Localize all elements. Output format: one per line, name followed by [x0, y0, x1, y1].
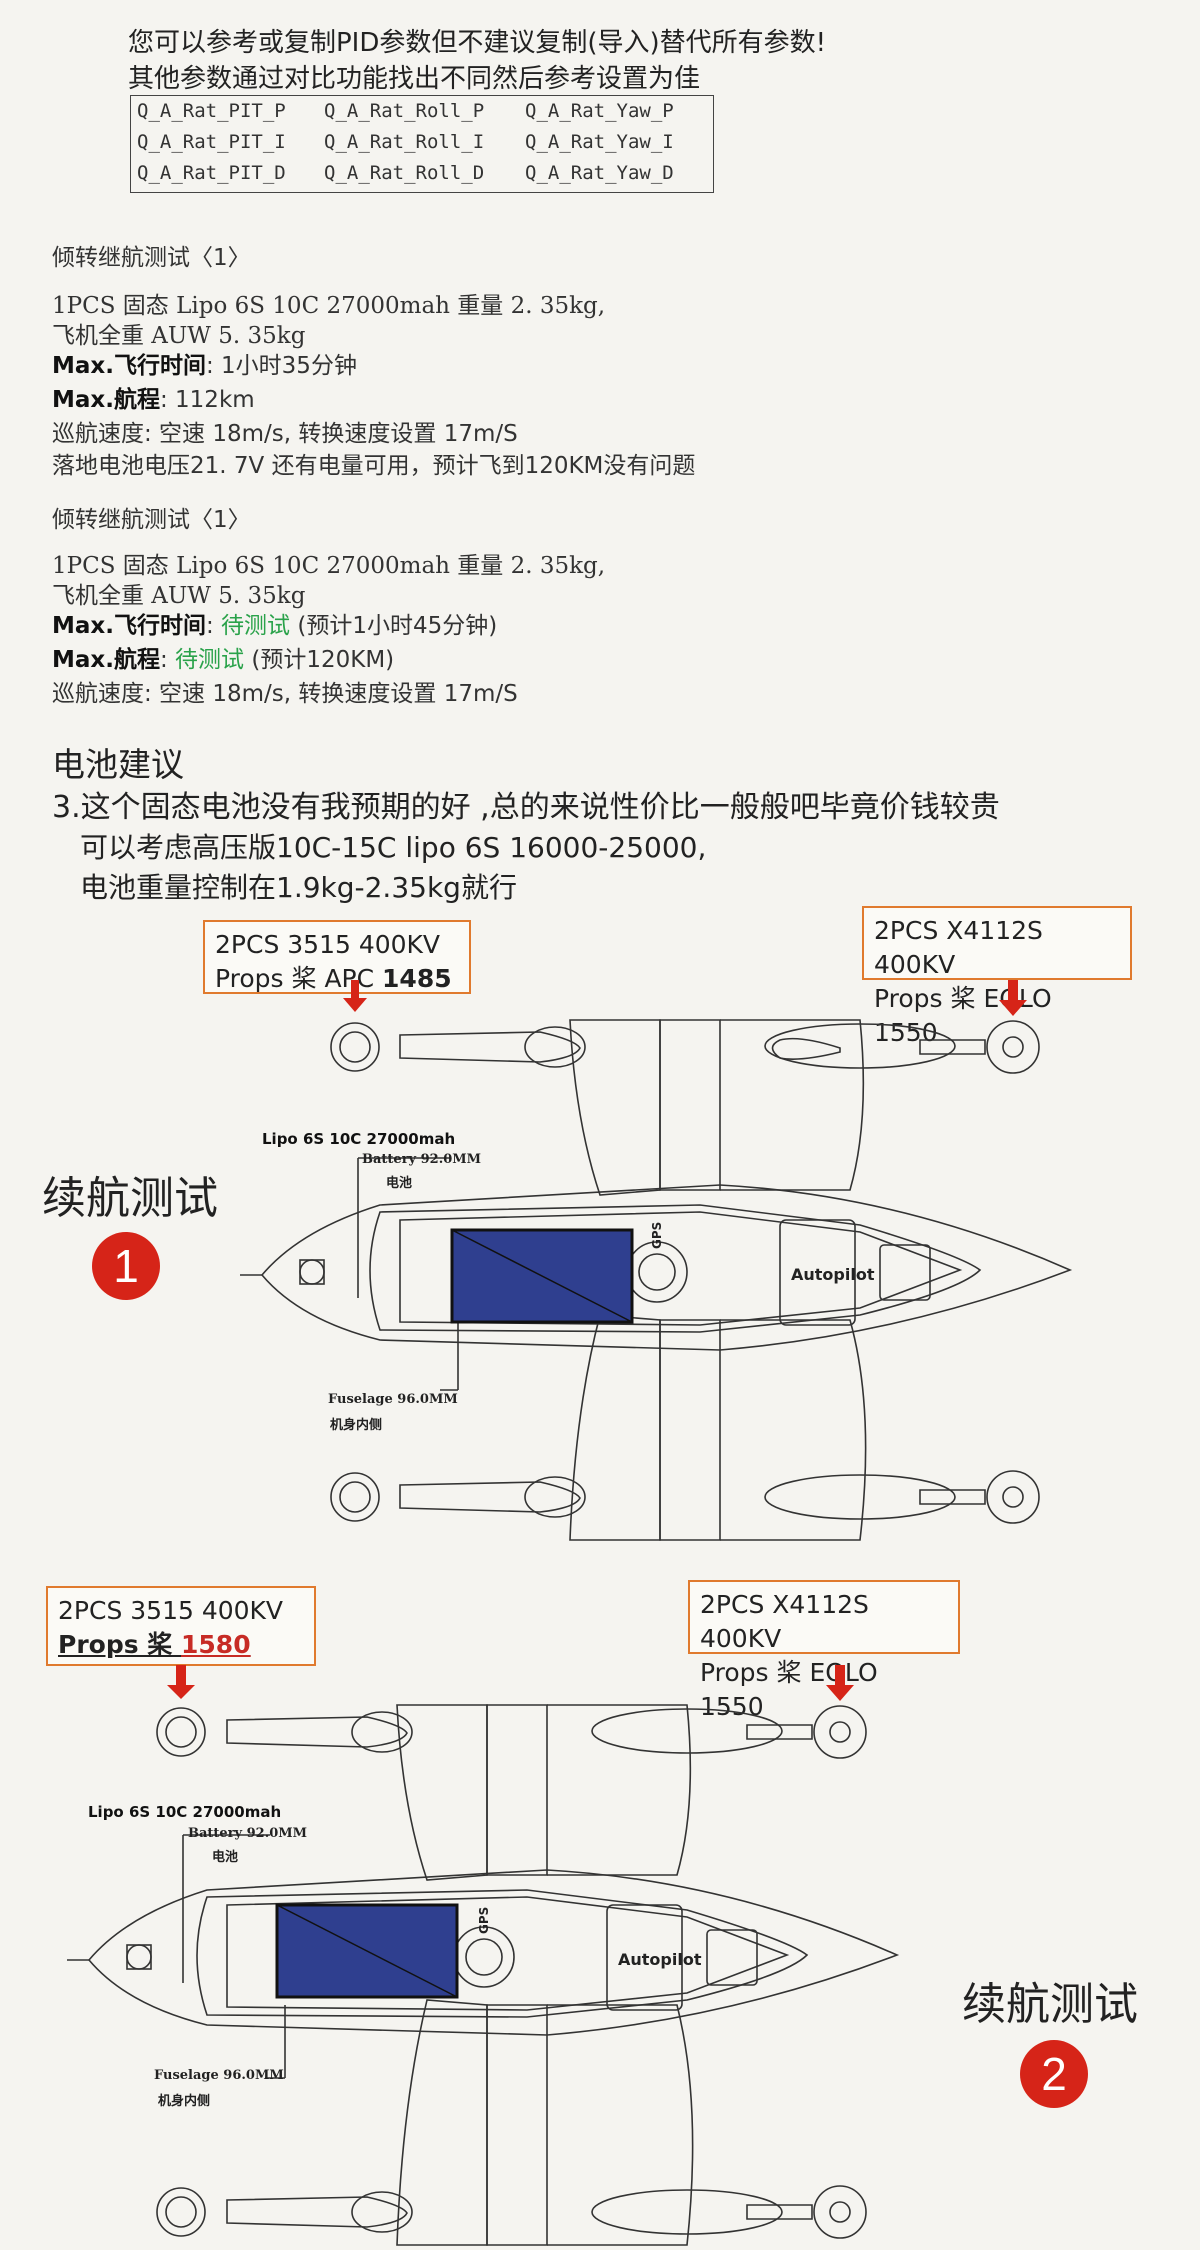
pid-cell: Q_A_Rat_Yaw_P: [525, 100, 674, 122]
diagram1-fuselage-cn: 机身内侧: [330, 1418, 383, 1433]
diagram1-battery-dim: Battery 92.0MM: [362, 1152, 482, 1167]
callout-line-1: 2PCS X4112S 400KV: [874, 916, 1043, 979]
pid-cell: Q_A_Rat_PIT_D: [137, 162, 286, 184]
range-sep: :: [159, 647, 168, 673]
arrow-icon: [999, 980, 1027, 1016]
test2-cruise-line: 巡航速度: 空速 18m/s, 转换速度设置 17m/S: [52, 681, 518, 707]
diagram2-fuselage-cn: 机身内侧: [158, 2094, 211, 2109]
arrow-icon: [343, 980, 367, 1012]
pid-cell: Q_A_Rat_PIT_I: [137, 131, 286, 153]
flight-time-sep: :: [205, 613, 214, 639]
callout-line-2: Props 桨 1580: [58, 1630, 251, 1659]
battery-advice-line-2: 可以考虑高压版10C-15C lipo 6S 16000-25000,: [80, 831, 707, 864]
diagram1-aircraft-drawing: GPS Autopilot: [240, 980, 1073, 1541]
gps-label: GPS: [650, 1222, 664, 1249]
autopilot-label: Autopilot: [618, 1950, 702, 1969]
battery-advice-line-1: 3.这个固态电池没有我预期的好 ,总的来说性价比一般般吧毕竟价钱较贵: [52, 790, 1000, 825]
flight-time-value: : 1小时35分钟: [205, 353, 357, 379]
pid-cell: Q_A_Rat_Yaw_I: [525, 131, 674, 153]
diagram1-fuselage-dim: Fuselage 96.0MM: [328, 1392, 458, 1407]
diagram2-badge: 2: [1020, 2040, 1088, 2108]
battery-pack: [275, 1903, 459, 1999]
flight-time-status: 待测试: [221, 613, 291, 639]
test2-range: Max.航程: 待测试 (预计120KM): [52, 640, 394, 674]
flight-time-note: (预计1小时45分钟): [297, 613, 498, 639]
diagram2-battery-dim: Battery 92.0MM: [188, 1826, 308, 1841]
diagram1-battery-label: Lipo 6S 10C 27000mah: [262, 1130, 456, 1148]
prop-size: 1580: [181, 1630, 251, 1659]
notice-line-2: 其他参数通过对比功能找出不同然后参考设置为佳: [128, 64, 701, 94]
diagram1-battery-cn: 电池: [386, 1176, 413, 1191]
diagram2-rear-motor-callout: 2PCS X4112S 400KV Props 桨 EOLO 1550: [688, 1580, 960, 1721]
arrow-icon: [167, 1665, 195, 1699]
callout-line-1: 2PCS X4112S 400KV: [700, 1590, 869, 1653]
test1-auw-line: 飞机全重 AUW 5. 35kg: [52, 323, 306, 349]
test2-flight-time: Max.飞行时间: 待测试 (预计1小时45分钟): [52, 606, 497, 640]
pid-cell: Q_A_Rat_Roll_D: [324, 162, 485, 184]
diagram1-rear-motor-callout: 2PCS X4112S 400KV Props 桨 EOLO 1550: [862, 906, 1132, 1047]
diagram2-fuselage-dim: Fuselage 96.0MM: [154, 2068, 284, 2083]
battery-advice-line-3: 电池重量控制在1.9kg-2.35kg就行: [80, 871, 517, 904]
range-label: Max.航程: [52, 387, 160, 413]
test2-auw-line: 飞机全重 AUW 5. 35kg: [52, 583, 306, 609]
pid-cell: Q_A_Rat_Roll_I: [324, 131, 485, 153]
pid-parameter-table: Q_A_Rat_PIT_P Q_A_Rat_Roll_P Q_A_Rat_Yaw…: [130, 95, 714, 193]
test1-landing-line: 落地电池电压21. 7V 还有电量可用，预计飞到120KM没有问题: [52, 453, 696, 479]
pid-cell: Q_A_Rat_Yaw_D: [525, 162, 674, 184]
test2-battery-line: 1PCS 固态 Lipo 6S 10C 27000mah 重量 2. 35kg,: [52, 553, 606, 579]
pid-cell: Q_A_Rat_Roll_P: [324, 100, 485, 122]
range-note: (预计120KM): [251, 647, 395, 673]
pid-cell: Q_A_Rat_PIT_P: [137, 100, 286, 122]
diagram1-badge: 1: [92, 1232, 160, 1300]
diagram2-front-motor-callout: 2PCS 3515 400KV Props 桨 1580: [46, 1586, 316, 1666]
flight-time-label: Max.飞行时间: [52, 613, 206, 639]
diagram1-test-label: 续航测试: [42, 1173, 218, 1224]
test1-cruise-line: 巡航速度: 空速 18m/s, 转换速度设置 17m/S: [52, 421, 518, 447]
diagram2-battery-label: Lipo 6S 10C 27000mah: [88, 1803, 282, 1821]
battery-advice-title: 电池建议: [52, 745, 184, 784]
test1-battery-line: 1PCS 固态 Lipo 6S 10C 27000mah 重量 2. 35kg,: [52, 293, 606, 319]
range-status: 待测试: [175, 647, 245, 673]
range-label: Max.航程: [52, 647, 160, 673]
gps-label: GPS: [477, 1907, 491, 1934]
test1-range: Max.航程: 112km: [52, 380, 255, 414]
battery-pack: [450, 1228, 634, 1324]
flight-time-label: Max.飞行时间: [52, 353, 206, 379]
callout-line-1: 2PCS 3515 400KV: [215, 930, 441, 959]
notice-line-1: 您可以参考或复制PID参数但不建议复制(导入)替代所有参数!: [128, 28, 827, 58]
autopilot-label: Autopilot: [791, 1265, 875, 1284]
diagram2-battery-cn: 电池: [212, 1850, 239, 1865]
arrow-icon: [826, 1665, 854, 1701]
callout-line-1: 2PCS 3515 400KV: [58, 1596, 284, 1625]
diagram2-aircraft-drawing: GPS Autopilot: [67, 1665, 900, 2246]
test2-title: 倾转继航测试〈1〉: [52, 507, 251, 533]
test1-title: 倾转继航测试〈1〉: [52, 245, 251, 271]
range-value: : 112km: [159, 387, 255, 413]
diagram2-test-label: 续航测试: [962, 1979, 1138, 2030]
test1-flight-time: Max.飞行时间: 1小时35分钟: [52, 346, 357, 380]
